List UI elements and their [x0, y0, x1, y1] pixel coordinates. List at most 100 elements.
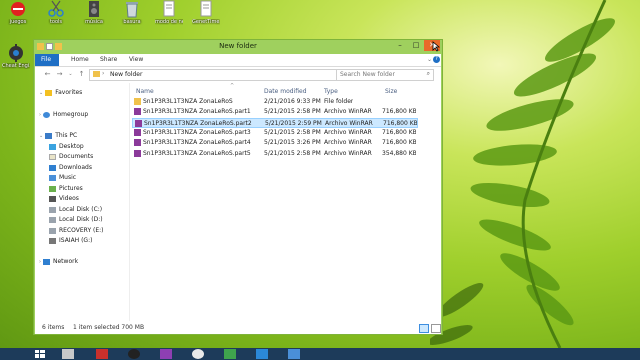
forward-button[interactable]: → [55, 70, 64, 79]
up-button[interactable]: ↑ [77, 70, 86, 79]
desktop-icon-genettime[interactable]: GenetTime... [192, 0, 220, 25]
tab-home[interactable]: Home [65, 54, 95, 66]
file-explorer-window: New folder – □ ✕ File Home Share View ⌄ … [33, 39, 443, 335]
column-header-size[interactable]: Size [385, 87, 397, 96]
nav-downloads[interactable]: Downloads [49, 163, 92, 172]
file-name: Sn1P3R3L1T3NZA ZonaLeRoS.part1 [143, 108, 251, 116]
taskbar-app-icon[interactable] [160, 349, 172, 359]
nav-desktop[interactable]: Desktop [49, 142, 84, 151]
minimize-button[interactable]: – [392, 40, 408, 51]
search-box[interactable]: Search New folder ⌕ [336, 69, 434, 81]
back-button[interactable]: ← [43, 70, 52, 79]
address-row: ← → ⌄ ↑ › New folder ⌄ ↻ Search New fold… [35, 67, 441, 83]
drive-icon [49, 216, 56, 223]
cell-date: 2/21/2016 9:33 PM [264, 98, 321, 105]
table-row[interactable]: Sn1P3R3L1T3NZA ZonaLeRoS.part4 5/21/2015 … [132, 138, 418, 148]
taskbar-app-icon[interactable] [224, 349, 236, 359]
tab-file[interactable]: File [35, 54, 59, 66]
cell-type: Archivo WinRAR [324, 128, 372, 136]
desktop-icon [49, 143, 56, 150]
computer-icon [45, 132, 53, 139]
chevron-down-icon[interactable]: ⌄ [39, 90, 43, 96]
nav-local-disk-c[interactable]: Local Disk (C:) [49, 205, 102, 214]
network-icon [43, 258, 50, 265]
cell-name: Sn1P3R3L1T3NZA ZonaLeRoS.part1 [134, 107, 262, 117]
document-icon [159, 0, 179, 18]
file-name: Sn1P3R3L1T3NZA ZonaLeRoS [143, 98, 233, 105]
nav-homegroup[interactable]: › Homegroup [39, 110, 88, 119]
maximize-button[interactable]: □ [408, 40, 424, 51]
taskbar-app-icon[interactable] [256, 349, 268, 359]
nav-music[interactable]: Music [49, 173, 76, 182]
nav-videos[interactable]: Videos [49, 194, 79, 203]
nav-local-disk-d[interactable]: Local Disk (D:) [49, 215, 103, 224]
nav-network[interactable]: › Network [39, 257, 78, 266]
nav-documents[interactable]: Documents [49, 152, 93, 161]
tab-view[interactable]: View [123, 54, 149, 66]
table-row[interactable]: Sn1P3R3L1T3NZA ZonaLeRoS 2/21/2016 9:33 P… [132, 97, 418, 107]
cell-size: 354,880 KB [382, 149, 416, 157]
taskbar-app-icon[interactable] [128, 349, 140, 359]
desktop-icon-juegos[interactable]: juegos [4, 0, 32, 25]
nav-pictures[interactable]: Pictures [49, 184, 83, 193]
nav-this-pc[interactable]: ⌄ This PC [39, 131, 77, 140]
column-header-name[interactable]: Name [136, 87, 154, 96]
item-count: 6 items [42, 324, 65, 331]
sort-ascending-icon: ^ [230, 83, 235, 89]
address-bar[interactable]: › New folder ⌄ ↻ [89, 69, 363, 81]
file-list: Name ^ Date modified Type Size Sn1P3R3L1… [130, 83, 441, 321]
taskbar-app-icon[interactable] [62, 349, 74, 359]
taskbar-app-icon[interactable] [96, 349, 108, 359]
cell-date: 5/21/2015 3:26 PM [264, 139, 321, 147]
star-icon [45, 89, 53, 96]
start-button[interactable] [34, 349, 46, 359]
nav-label: Desktop [59, 143, 84, 150]
recent-locations-icon[interactable]: ⌄ [66, 70, 75, 79]
cell-name: Sn1P3R3L1T3NZA ZonaLeRoS.part4 [134, 138, 262, 148]
search-icon[interactable]: ⌕ [427, 70, 430, 78]
nav-favorites[interactable]: ⌄ Favorites [39, 88, 82, 97]
table-row[interactable]: Sn1P3R3L1T3NZA ZonaLeRoS.part5 5/21/2015 … [132, 149, 418, 159]
table-row[interactable]: Sn1P3R3L1T3NZA ZonaLeRoS.part2 5/21/2015 … [132, 117, 418, 128]
chevron-down-icon[interactable]: ⌄ [39, 133, 43, 139]
breadcrumb[interactable]: New folder [110, 71, 142, 78]
nav-label: RECOVERY (E:) [59, 227, 104, 234]
leaf-wallpaper-graphic [430, 0, 615, 348]
nav-label: Pictures [59, 185, 83, 192]
file-explorer-taskbar-icon[interactable] [288, 349, 300, 359]
large-icons-view-icon[interactable] [431, 324, 441, 333]
documents-icon [49, 153, 56, 160]
winrar-archive-icon [134, 149, 141, 157]
nav-label: Videos [59, 195, 79, 202]
details-view-icon[interactable] [419, 324, 429, 333]
nav-isaiah-g[interactable]: ISAIAH (G:) [49, 236, 92, 245]
desktop-icon-tools[interactable]: tools [42, 0, 70, 25]
nav-recovery-e[interactable]: RECOVERY (E:) [49, 226, 104, 235]
drive-icon [49, 206, 56, 213]
desktop-icon-basura[interactable]: basura [118, 0, 146, 25]
nav-label: Network [53, 258, 79, 265]
table-row[interactable]: Sn1P3R3L1T3NZA ZonaLeRoS.part3 5/21/2015 … [132, 128, 418, 138]
desktop-icon-label: tools [49, 19, 63, 25]
nav-label: This PC [55, 132, 78, 139]
file-name: Sn1P3R3L1T3NZA ZonaLeRoS.part2 [144, 119, 252, 127]
column-header-date[interactable]: Date modified [264, 87, 307, 96]
desktop-icon-label: basura [123, 19, 141, 25]
title-bar[interactable]: New folder – □ ✕ [34, 40, 442, 54]
chevron-right-icon[interactable]: › [39, 112, 41, 118]
tab-share[interactable]: Share [94, 54, 123, 66]
window-title: New folder [219, 42, 257, 50]
desktop-icon-cheat-engine[interactable]: Cheat Engi... [2, 44, 30, 69]
desktop-icon-musica[interactable]: música [80, 0, 108, 25]
chevron-right-icon[interactable]: › [39, 259, 41, 265]
taskbar-app-icon[interactable] [192, 349, 204, 359]
pictures-icon [49, 185, 56, 192]
table-row[interactable]: Sn1P3R3L1T3NZA ZonaLeRoS.part1 5/21/2015 … [132, 107, 418, 117]
status-bar: 6 items 1 item selected 700 MB [35, 321, 441, 334]
search-input[interactable]: Search New folder [340, 71, 395, 78]
column-header-type[interactable]: Type [324, 87, 338, 96]
desktop-icon-modo-de-negrita[interactable]: modo de negrita ??? [155, 0, 183, 25]
desktop-icon-label: Cheat Engi... [2, 63, 30, 69]
file-name: Sn1P3R3L1T3NZA ZonaLeRoS.part3 [143, 128, 251, 136]
help-icon[interactable]: ? [433, 56, 440, 63]
